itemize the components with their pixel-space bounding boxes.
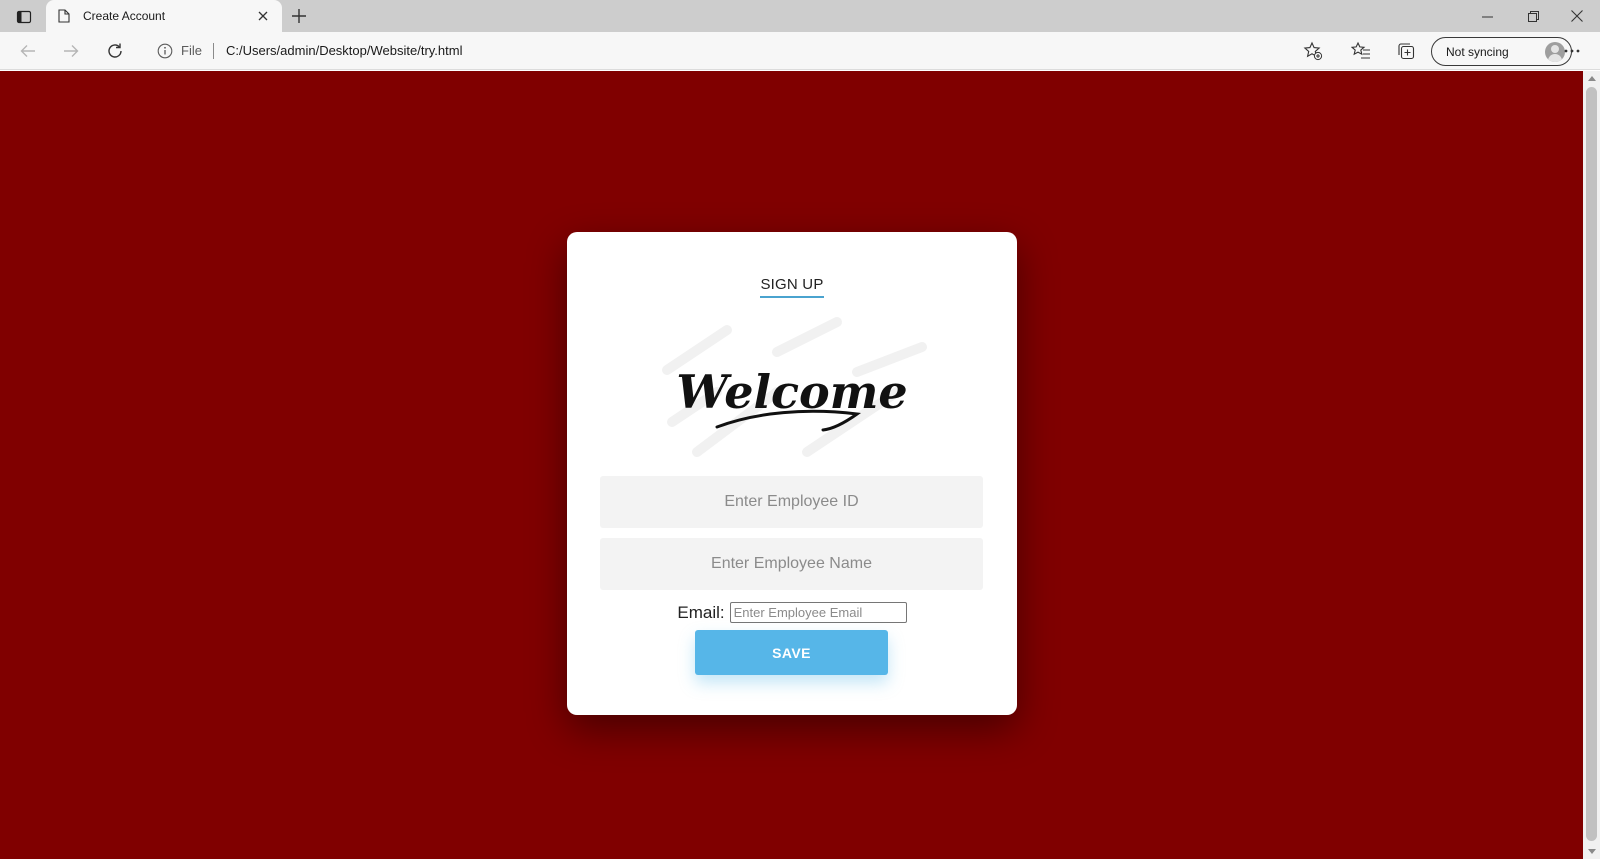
sync-status-label: Not syncing — [1446, 45, 1509, 59]
browser-tab[interactable]: Create Account — [46, 0, 282, 32]
tab-title: Create Account — [83, 9, 166, 23]
email-field[interactable] — [729, 602, 907, 623]
signup-card: SIGN UP Welcome Email: SAVE — [567, 232, 1017, 715]
address-toolbar: File C:/Users/admin/Desktop/Website/try.… — [0, 32, 1600, 70]
forward-arrow-icon[interactable] — [57, 37, 85, 65]
scheme-label: File — [181, 43, 202, 58]
tab-actions-icon[interactable] — [8, 5, 40, 29]
refresh-icon[interactable] — [101, 37, 129, 65]
collections-icon[interactable] — [1394, 39, 1418, 63]
page-title: SIGN UP — [567, 276, 1017, 298]
profile-sync-button[interactable]: Not syncing — [1431, 37, 1572, 66]
add-favorite-icon[interactable] — [1301, 39, 1325, 63]
back-arrow-icon[interactable] — [14, 37, 42, 65]
scroll-up-icon[interactable] — [1588, 76, 1596, 81]
more-icon[interactable] — [1560, 39, 1584, 63]
employee-id-input[interactable] — [600, 476, 983, 528]
address-separator — [213, 43, 214, 59]
page-viewport: SIGN UP Welcome Email: SAVE — [0, 71, 1583, 859]
url-field[interactable]: C:/Users/admin/Desktop/Website/try.html — [226, 43, 462, 58]
favorites-icon[interactable] — [1349, 39, 1373, 63]
page-icon — [58, 9, 70, 28]
scroll-down-icon[interactable] — [1588, 849, 1596, 854]
scrollbar-thumb[interactable] — [1586, 87, 1597, 841]
vertical-scrollbar[interactable] — [1583, 71, 1600, 859]
email-row: Email: — [567, 602, 1017, 623]
tab-strip: Create Account — [0, 0, 1600, 32]
save-button[interactable]: SAVE — [695, 630, 888, 675]
close-icon[interactable] — [255, 8, 271, 24]
email-label: Email: — [677, 602, 725, 622]
info-icon[interactable] — [157, 43, 173, 64]
restore-icon[interactable] — [1510, 0, 1556, 32]
employee-name-input[interactable] — [600, 538, 983, 590]
plus-icon[interactable] — [288, 5, 310, 27]
minimize-icon[interactable] — [1464, 0, 1510, 32]
window-close-icon[interactable] — [1554, 0, 1600, 32]
welcome-image: Welcome — [657, 312, 927, 472]
